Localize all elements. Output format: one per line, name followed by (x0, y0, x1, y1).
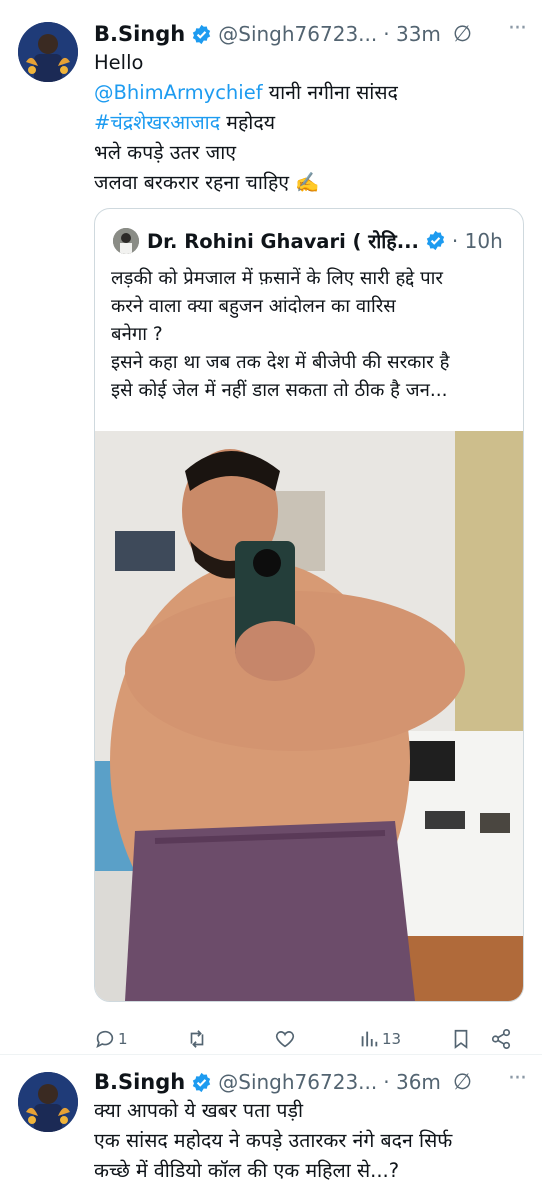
more-options-icon[interactable]: ··· (508, 1066, 527, 1091)
tweet-text: Hello @BhimArmychief यानी नगीना सांसद #च… (94, 48, 530, 198)
tweet-line: एक सांसद महोदय ने कपड़े उतारकर नंगे बदन … (94, 1129, 453, 1152)
user-avatar[interactable] (18, 22, 78, 82)
tweet-divider (0, 1054, 542, 1055)
reply-icon (96, 1030, 114, 1048)
display-name[interactable]: B.Singh (94, 22, 185, 46)
tweet-1[interactable]: B.Singh @Singh76723... · 33m ∅ ··· Hello… (0, 14, 542, 1054)
share-icon (491, 1029, 511, 1049)
user-avatar[interactable] (18, 1072, 78, 1132)
verified-badge-icon (426, 230, 445, 251)
quoted-tweet-header: Dr. Rohini Ghavari ( रोहि... · 10h (113, 227, 503, 254)
grok-icon[interactable]: ∅ (453, 1070, 472, 1095)
tweet-line: कच्छे में वीडियो कॉल की एक महिला से...? (94, 1159, 400, 1182)
like-button[interactable] (274, 1028, 296, 1050)
tweet-header: B.Singh @Singh76723... · 33m ∅ (94, 18, 530, 50)
tweet-header: B.Singh @Singh76723... · 36m ∅ (94, 1066, 530, 1098)
quoted-line: इसने कहा था जब तक देश में बीजेपी की सरका… (111, 352, 450, 373)
display-name[interactable]: B.Singh (94, 1070, 185, 1094)
heart-icon (275, 1031, 295, 1048)
views-count: 13 (382, 1030, 402, 1048)
quoted-media-image[interactable] (95, 431, 523, 1001)
bookmark-button[interactable] (450, 1028, 472, 1050)
quoted-display-name: Dr. Rohini Ghavari ( रोहि... (147, 230, 419, 253)
tweet-line: #चंद्रशेखरआजाद महोदय (94, 108, 530, 138)
tweet-line: क्या आपको ये खबर पता पड़ी (94, 1099, 303, 1122)
tweet-2[interactable]: B.Singh @Singh76723... · 36m ∅ ··· क्या … (0, 1064, 542, 1200)
tweet-line: भले कपड़े उतर जाए (94, 141, 237, 164)
bookmark-icon (454, 1029, 468, 1049)
timestamp[interactable]: · 36m (383, 1070, 441, 1094)
tweet-text: क्या आपको ये खबर पता पड़ी एक सांसद महोदय… (94, 1096, 530, 1186)
quoted-line: करने वाला क्या बहुजन आंदोलन का वारिस (111, 296, 396, 317)
tweet-line: @BhimArmychief यानी नगीना सांसद (94, 78, 530, 108)
quoted-tweet-text: लड़की को प्रेमजाल में फ़सानें के लिए सार… (111, 265, 513, 405)
mention-link[interactable]: @BhimArmychief (94, 81, 263, 104)
views-chart-icon (361, 1031, 378, 1047)
quoted-tweet[interactable]: Dr. Rohini Ghavari ( रोहि... · 10h लड़की… (94, 208, 524, 1002)
reply-button[interactable]: 1 (94, 1028, 128, 1050)
user-handle[interactable]: @Singh76723... (218, 22, 377, 46)
quoted-line: लड़की को प्रेमजाल में फ़सानें के लिए सार… (111, 268, 443, 289)
retweet-icon (190, 1030, 204, 1048)
share-button[interactable] (490, 1028, 512, 1050)
reply-count: 1 (118, 1030, 128, 1048)
more-options-icon[interactable]: ··· (508, 16, 527, 41)
retweet-button[interactable] (186, 1028, 208, 1050)
verified-badge-icon (193, 1072, 211, 1092)
quoted-line: इसे कोई जेल में नहीं डाल सकता तो ठीक है … (111, 380, 448, 401)
hashtag-link[interactable]: #चंद्रशेखरआजाद (94, 111, 220, 134)
quoted-user-avatar (113, 227, 139, 254)
tweet-line: जलवा बरकरार रहना चाहिए ✍️ (94, 171, 320, 194)
quoted-line: बनेगा ? (111, 324, 163, 345)
user-handle[interactable]: @Singh76723... (218, 1070, 377, 1094)
timestamp[interactable]: · 33m (383, 22, 441, 46)
quoted-timestamp: · 10h (451, 228, 503, 253)
tweet-line-text: यानी नगीना सांसद (262, 81, 398, 104)
tweet-line-text: महोदय (220, 111, 276, 134)
verified-badge-icon (193, 24, 211, 44)
tweet-line: Hello (94, 51, 144, 74)
views-button[interactable]: 13 (358, 1028, 401, 1050)
grok-icon[interactable]: ∅ (453, 22, 472, 47)
